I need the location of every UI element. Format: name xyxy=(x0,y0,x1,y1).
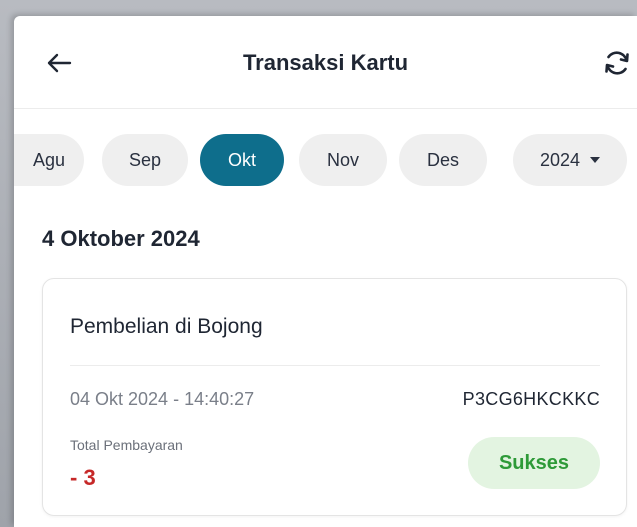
transaction-datetime: 04 Okt 2024 - 14:40:27 xyxy=(70,389,255,409)
month-chip-okt[interactable]: Okt xyxy=(200,134,284,186)
month-chip-sep[interactable]: Sep xyxy=(102,134,188,186)
caret-down-icon xyxy=(590,157,601,163)
card-divider xyxy=(70,365,600,366)
transaction-card[interactable]: Pembelian di Bojong 04 Okt 2024 - 14:40:… xyxy=(42,278,627,516)
transaction-amount: - 3 xyxy=(70,465,96,490)
month-chip-label: Okt xyxy=(227,149,256,170)
device-frame: Transaksi Kartu Agu Sep Okt Nov Des 2024… xyxy=(0,0,637,527)
year-select[interactable]: 2024 xyxy=(513,134,627,186)
month-chip-label: Agu xyxy=(32,149,66,170)
month-chip-nov[interactable]: Nov xyxy=(299,134,387,186)
refresh-icon xyxy=(605,51,629,75)
refresh-button[interactable] xyxy=(600,46,634,80)
page-title: Transaksi Kartu xyxy=(242,50,409,75)
app-screen: Transaksi Kartu Agu Sep Okt Nov Des 2024… xyxy=(14,16,637,527)
month-chip-label: Sep xyxy=(128,149,162,170)
month-selector: Agu Sep Okt Nov Des 2024 xyxy=(14,134,637,188)
year-select-value: 2024 xyxy=(539,149,581,170)
month-chip-label: Nov xyxy=(326,149,359,170)
section-date-heading: 4 Oktober 2024 xyxy=(42,226,200,251)
transaction-reference: P3CG6HKCKKC xyxy=(462,389,600,409)
app-header: Transaksi Kartu xyxy=(14,16,637,109)
status-badge: Sukses xyxy=(468,437,600,489)
month-chip-label: Des xyxy=(426,149,459,170)
transaction-title: Pembelian di Bojong xyxy=(70,315,263,338)
total-payment-label: Total Pembayaran xyxy=(70,437,183,453)
month-chip-agu[interactable]: Agu xyxy=(14,134,84,186)
month-chip-des[interactable]: Des xyxy=(399,134,487,186)
